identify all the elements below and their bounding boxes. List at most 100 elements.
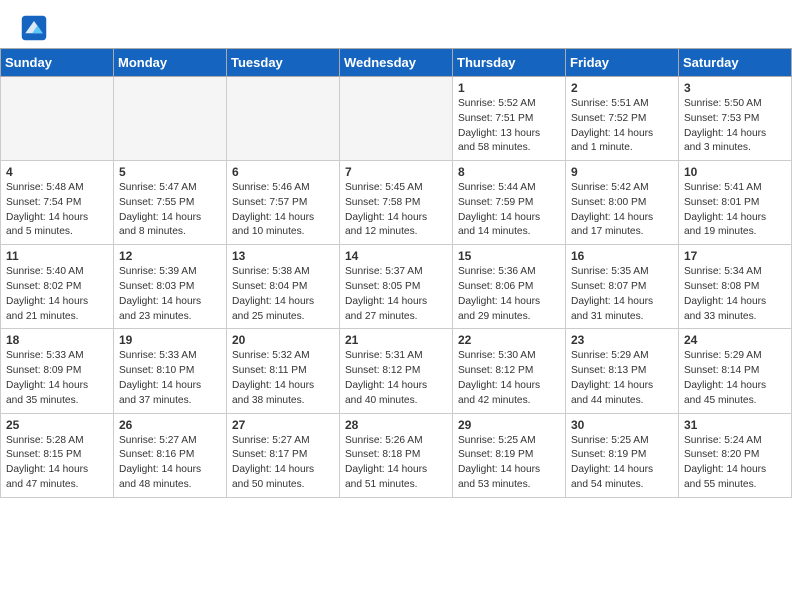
day-number: 6 xyxy=(232,165,334,179)
calendar-header-thursday: Thursday xyxy=(453,49,566,77)
day-info: Sunrise: 5:44 AM Sunset: 7:59 PM Dayligh… xyxy=(458,181,560,240)
day-number: 20 xyxy=(232,333,334,347)
calendar-cell: 30 Sunrise: 5:25 AM Sunset: 8:19 PM Dayli… xyxy=(566,413,679,497)
calendar-cell: 12 Sunrise: 5:39 AM Sunset: 8:03 PM Dayli… xyxy=(114,245,227,329)
day-info: Sunrise: 5:50 AM Sunset: 7:53 PM Dayligh… xyxy=(684,97,786,156)
calendar-cell xyxy=(1,77,114,161)
day-info: Sunrise: 5:29 AM Sunset: 8:13 PM Dayligh… xyxy=(571,349,673,408)
day-info: Sunrise: 5:46 AM Sunset: 7:57 PM Dayligh… xyxy=(232,181,334,240)
calendar-cell: 3Sunrise: 5:50 AM Sunset: 7:53 PM Daylig… xyxy=(679,77,792,161)
day-number: 31 xyxy=(684,418,786,432)
calendar-cell: 4Sunrise: 5:48 AM Sunset: 7:54 PM Daylig… xyxy=(1,161,114,245)
day-info: Sunrise: 5:52 AM Sunset: 7:51 PM Dayligh… xyxy=(458,97,560,156)
day-number: 7 xyxy=(345,165,447,179)
calendar-week-row: 4Sunrise: 5:48 AM Sunset: 7:54 PM Daylig… xyxy=(1,161,792,245)
day-info: Sunrise: 5:51 AM Sunset: 7:52 PM Dayligh… xyxy=(571,97,673,156)
day-number: 4 xyxy=(6,165,108,179)
day-info: Sunrise: 5:32 AM Sunset: 8:11 PM Dayligh… xyxy=(232,349,334,408)
calendar-cell: 14Sunrise: 5:37 AM Sunset: 8:05 PM Dayli… xyxy=(340,245,453,329)
day-number: 1 xyxy=(458,81,560,95)
day-info: Sunrise: 5:34 AM Sunset: 8:08 PM Dayligh… xyxy=(684,265,786,324)
calendar-cell: 7 Sunrise: 5:45 AM Sunset: 7:58 PM Daylig… xyxy=(340,161,453,245)
calendar-cell: 23 Sunrise: 5:29 AM Sunset: 8:13 PM Dayli… xyxy=(566,329,679,413)
calendar-cell xyxy=(114,77,227,161)
day-number: 21 xyxy=(345,333,447,347)
day-info: Sunrise: 5:35 AM Sunset: 8:07 PM Dayligh… xyxy=(571,265,673,324)
day-number: 30 xyxy=(571,418,673,432)
day-number: 29 xyxy=(458,418,560,432)
day-info: Sunrise: 5:47 AM Sunset: 7:55 PM Dayligh… xyxy=(119,181,221,240)
day-number: 19 xyxy=(119,333,221,347)
day-info: Sunrise: 5:40 AM Sunset: 8:02 PM Dayligh… xyxy=(6,265,108,324)
day-info: Sunrise: 5:27 AM Sunset: 8:16 PM Dayligh… xyxy=(119,434,221,493)
calendar-week-row: 11 Sunrise: 5:40 AM Sunset: 8:02 PM Dayli… xyxy=(1,245,792,329)
calendar: SundayMondayTuesdayWednesdayThursdayFrid… xyxy=(0,48,792,498)
day-number: 22 xyxy=(458,333,560,347)
day-info: Sunrise: 5:25 AM Sunset: 8:19 PM Dayligh… xyxy=(458,434,560,493)
day-number: 13 xyxy=(232,249,334,263)
calendar-cell: 29 Sunrise: 5:25 AM Sunset: 8:19 PM Dayli… xyxy=(453,413,566,497)
calendar-cell: 28 Sunrise: 5:26 AM Sunset: 8:18 PM Dayli… xyxy=(340,413,453,497)
calendar-cell: 6 Sunrise: 5:46 AM Sunset: 7:57 PM Daylig… xyxy=(227,161,340,245)
calendar-header-monday: Monday xyxy=(114,49,227,77)
day-info: Sunrise: 5:29 AM Sunset: 8:14 PM Dayligh… xyxy=(684,349,786,408)
calendar-cell: 5 Sunrise: 5:47 AM Sunset: 7:55 PM Daylig… xyxy=(114,161,227,245)
calendar-cell: 25 Sunrise: 5:28 AM Sunset: 8:15 PM Dayli… xyxy=(1,413,114,497)
day-info: Sunrise: 5:36 AM Sunset: 8:06 PM Dayligh… xyxy=(458,265,560,324)
calendar-cell: 21 Sunrise: 5:31 AM Sunset: 8:12 PM Dayli… xyxy=(340,329,453,413)
calendar-cell: 17 Sunrise: 5:34 AM Sunset: 8:08 PM Dayli… xyxy=(679,245,792,329)
calendar-cell: 11 Sunrise: 5:40 AM Sunset: 8:02 PM Dayli… xyxy=(1,245,114,329)
calendar-cell xyxy=(340,77,453,161)
day-info: Sunrise: 5:38 AM Sunset: 8:04 PM Dayligh… xyxy=(232,265,334,324)
logo xyxy=(20,14,52,42)
day-info: Sunrise: 5:39 AM Sunset: 8:03 PM Dayligh… xyxy=(119,265,221,324)
calendar-cell: 16 Sunrise: 5:35 AM Sunset: 8:07 PM Dayli… xyxy=(566,245,679,329)
day-number: 16 xyxy=(571,249,673,263)
day-number: 28 xyxy=(345,418,447,432)
calendar-header-row: SundayMondayTuesdayWednesdayThursdayFrid… xyxy=(1,49,792,77)
day-info: Sunrise: 5:27 AM Sunset: 8:17 PM Dayligh… xyxy=(232,434,334,493)
day-number: 17 xyxy=(684,249,786,263)
day-info: Sunrise: 5:33 AM Sunset: 8:09 PM Dayligh… xyxy=(6,349,108,408)
calendar-week-row: 1 Sunrise: 5:52 AM Sunset: 7:51 PM Daylig… xyxy=(1,77,792,161)
day-number: 11 xyxy=(6,249,108,263)
calendar-cell: 31 Sunrise: 5:24 AM Sunset: 8:20 PM Dayli… xyxy=(679,413,792,497)
calendar-cell: 13 Sunrise: 5:38 AM Sunset: 8:04 PM Dayli… xyxy=(227,245,340,329)
calendar-cell: 19 Sunrise: 5:33 AM Sunset: 8:10 PM Dayli… xyxy=(114,329,227,413)
calendar-cell: 18Sunrise: 5:33 AM Sunset: 8:09 PM Dayli… xyxy=(1,329,114,413)
day-info: Sunrise: 5:26 AM Sunset: 8:18 PM Dayligh… xyxy=(345,434,447,493)
calendar-header-wednesday: Wednesday xyxy=(340,49,453,77)
day-number: 25 xyxy=(6,418,108,432)
calendar-cell: 8 Sunrise: 5:44 AM Sunset: 7:59 PM Daylig… xyxy=(453,161,566,245)
calendar-cell: 26 Sunrise: 5:27 AM Sunset: 8:16 PM Dayli… xyxy=(114,413,227,497)
day-info: Sunrise: 5:42 AM Sunset: 8:00 PM Dayligh… xyxy=(571,181,673,240)
day-number: 24 xyxy=(684,333,786,347)
calendar-cell: 9Sunrise: 5:42 AM Sunset: 8:00 PM Daylig… xyxy=(566,161,679,245)
day-number: 5 xyxy=(119,165,221,179)
day-number: 12 xyxy=(119,249,221,263)
calendar-week-row: 18Sunrise: 5:33 AM Sunset: 8:09 PM Dayli… xyxy=(1,329,792,413)
day-number: 2 xyxy=(571,81,673,95)
calendar-header-friday: Friday xyxy=(566,49,679,77)
calendar-header-tuesday: Tuesday xyxy=(227,49,340,77)
day-number: 15 xyxy=(458,249,560,263)
calendar-cell: 27Sunrise: 5:27 AM Sunset: 8:17 PM Dayli… xyxy=(227,413,340,497)
day-info: Sunrise: 5:30 AM Sunset: 8:12 PM Dayligh… xyxy=(458,349,560,408)
day-info: Sunrise: 5:37 AM Sunset: 8:05 PM Dayligh… xyxy=(345,265,447,324)
day-info: Sunrise: 5:28 AM Sunset: 8:15 PM Dayligh… xyxy=(6,434,108,493)
calendar-week-row: 25 Sunrise: 5:28 AM Sunset: 8:15 PM Dayli… xyxy=(1,413,792,497)
day-info: Sunrise: 5:33 AM Sunset: 8:10 PM Dayligh… xyxy=(119,349,221,408)
calendar-cell: 24 Sunrise: 5:29 AM Sunset: 8:14 PM Dayli… xyxy=(679,329,792,413)
day-info: Sunrise: 5:24 AM Sunset: 8:20 PM Dayligh… xyxy=(684,434,786,493)
calendar-cell: 10Sunrise: 5:41 AM Sunset: 8:01 PM Dayli… xyxy=(679,161,792,245)
header xyxy=(0,0,792,48)
day-info: Sunrise: 5:31 AM Sunset: 8:12 PM Dayligh… xyxy=(345,349,447,408)
day-info: Sunrise: 5:25 AM Sunset: 8:19 PM Dayligh… xyxy=(571,434,673,493)
calendar-header-saturday: Saturday xyxy=(679,49,792,77)
day-number: 8 xyxy=(458,165,560,179)
day-number: 23 xyxy=(571,333,673,347)
calendar-cell: 1 Sunrise: 5:52 AM Sunset: 7:51 PM Daylig… xyxy=(453,77,566,161)
day-info: Sunrise: 5:41 AM Sunset: 8:01 PM Dayligh… xyxy=(684,181,786,240)
day-info: Sunrise: 5:45 AM Sunset: 7:58 PM Dayligh… xyxy=(345,181,447,240)
day-number: 26 xyxy=(119,418,221,432)
